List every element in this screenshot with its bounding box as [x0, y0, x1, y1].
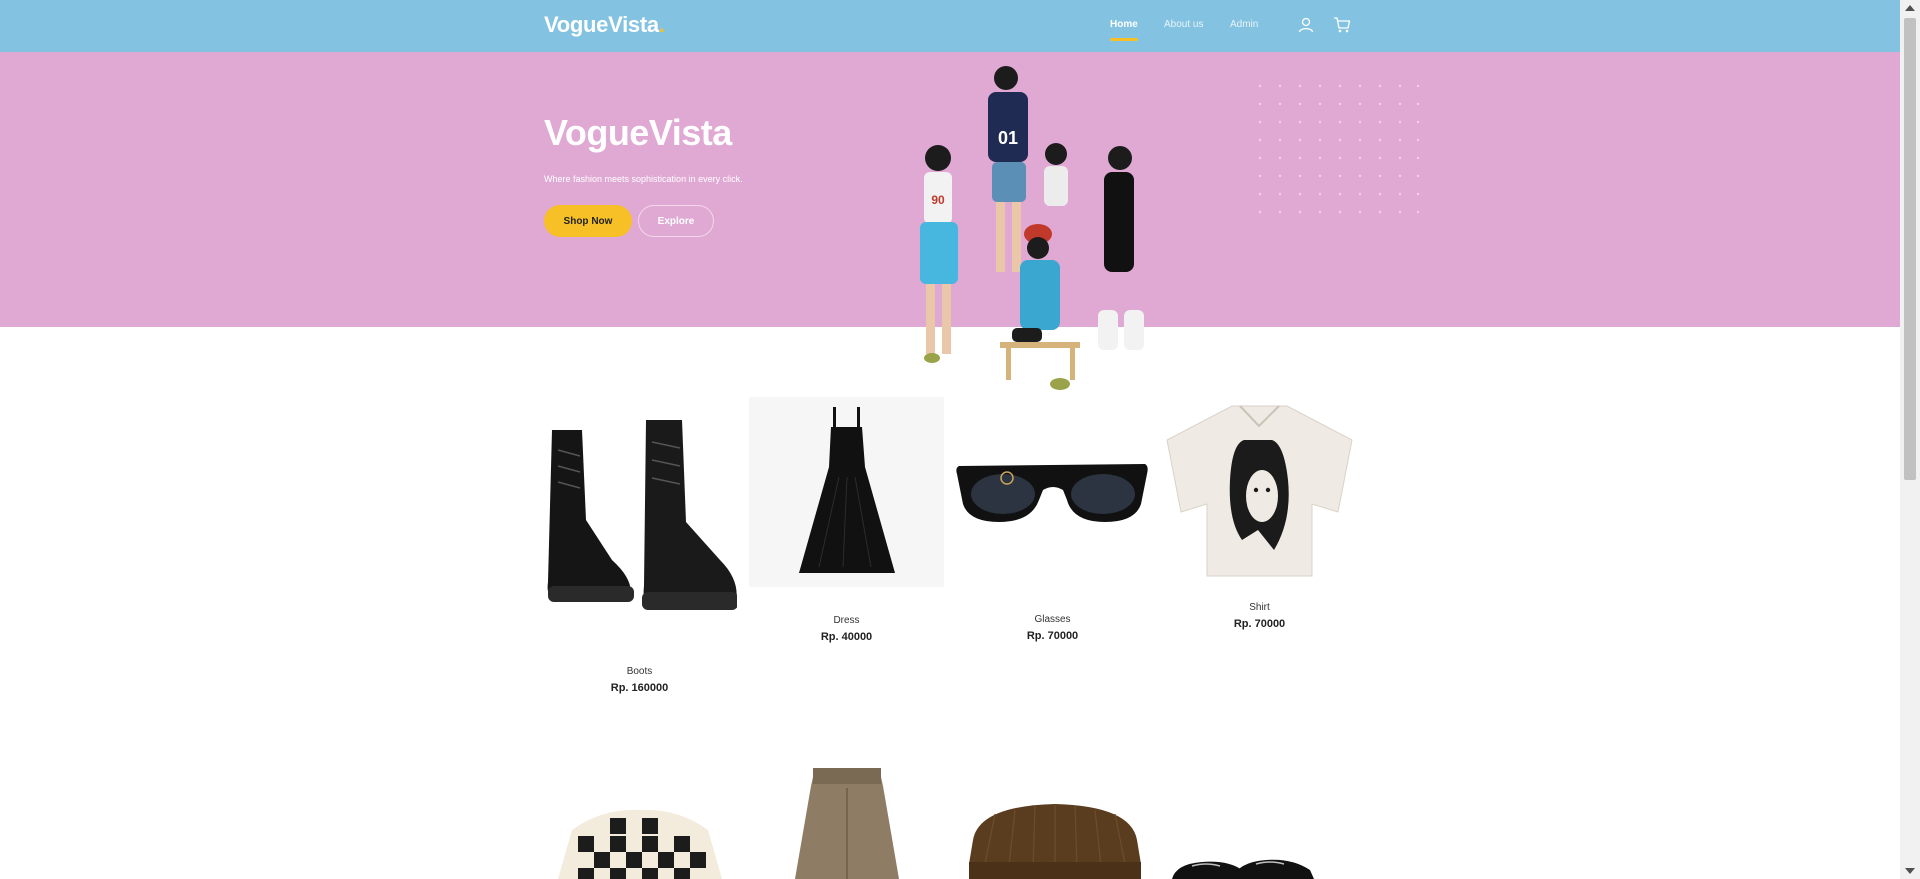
user-icon[interactable] [1297, 16, 1315, 34]
brand-logo[interactable]: VogueVista. [544, 12, 665, 38]
hero-title: VogueVista [544, 112, 732, 153]
nav-link-about[interactable]: About us [1164, 19, 1203, 30]
nav-link-home[interactable]: Home [1110, 19, 1138, 41]
page-scrollbar[interactable] [1900, 0, 1920, 879]
trousers-image[interactable] [749, 764, 944, 879]
scroll-thumb[interactable] [1904, 18, 1916, 480]
shirt-image[interactable] [1162, 400, 1357, 580]
explore-button[interactable]: Explore [638, 205, 714, 237]
product-name: Boots [626, 666, 653, 677]
product-name: Glasses [1034, 614, 1071, 625]
product-price: Rp. 160000 [610, 682, 669, 694]
dress-image[interactable] [749, 397, 944, 587]
scroll-up-arrow[interactable] [1905, 5, 1915, 11]
svg-text:90: 90 [931, 193, 945, 207]
svg-text:01: 01 [998, 128, 1018, 148]
nav-link-admin[interactable]: Admin [1230, 19, 1258, 30]
product-price: Rp. 70000 [1026, 630, 1079, 642]
shop-now-button[interactable]: Shop Now [544, 205, 632, 237]
hat-image[interactable] [955, 800, 1150, 879]
hero-subtitle: Where fashion meets sophistication in ev… [544, 174, 743, 184]
product-price: Rp. 40000 [820, 631, 873, 643]
product-name: Dress [833, 615, 860, 626]
cart-icon[interactable] [1333, 16, 1351, 34]
product-card[interactable]: Shirt Rp. 70000 [1162, 400, 1357, 630]
boots-image[interactable] [542, 410, 737, 630]
product-price: Rp. 70000 [1233, 618, 1286, 630]
hero-models-image: 90 01 [920, 66, 1144, 390]
glasses-image[interactable] [955, 460, 1150, 530]
decorative-dot-grid [1258, 84, 1420, 214]
checkered-jacket-image[interactable] [542, 800, 737, 879]
product-name: Shirt [1249, 602, 1270, 613]
scroll-down-arrow[interactable] [1905, 868, 1915, 874]
loafers-image[interactable] [1162, 856, 1357, 879]
product-card[interactable]: Dress Rp. 40000 [749, 397, 944, 643]
product-card[interactable]: Glasses Rp. 70000 [955, 460, 1150, 642]
navbar: VogueVista. Home About us Admin [0, 0, 1900, 52]
product-card[interactable]: Boots Rp. 160000 [542, 410, 737, 694]
